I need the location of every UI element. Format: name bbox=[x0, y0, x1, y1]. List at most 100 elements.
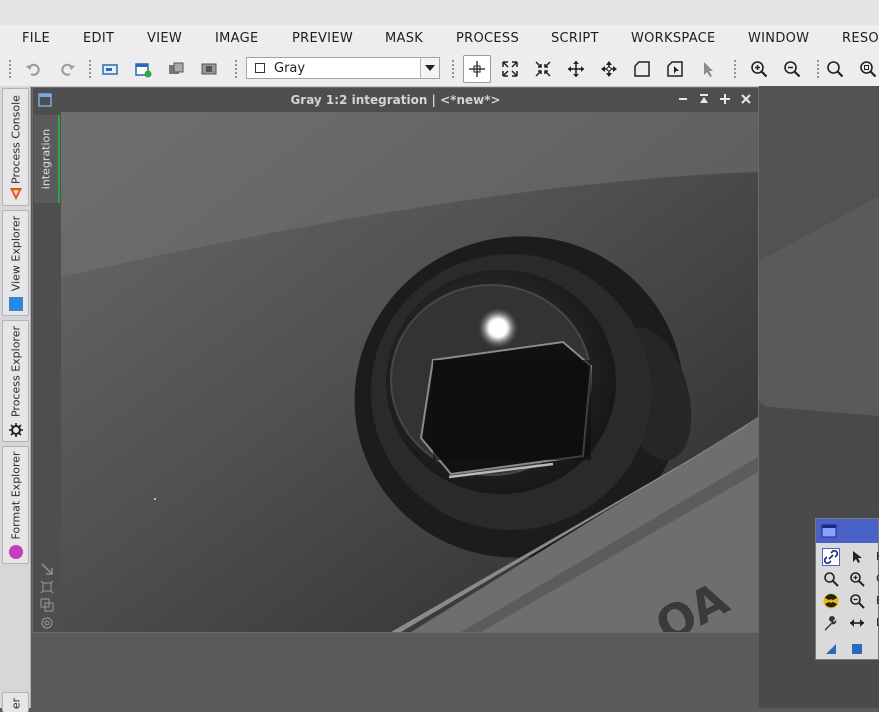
tab-process-console-label: Process Console bbox=[9, 95, 22, 184]
shade-icon bbox=[700, 94, 708, 103]
image-window[interactable]: Gray 1:2 integration | <*new*> integrati… bbox=[32, 87, 759, 633]
close-button[interactable] bbox=[738, 91, 754, 107]
zoom-out-mode-button[interactable] bbox=[532, 58, 554, 80]
wrench-icon[interactable] bbox=[822, 614, 840, 632]
image-window-titlebar[interactable]: Gray 1:2 integration | <*new*> bbox=[33, 88, 758, 112]
center-mode-button[interactable] bbox=[598, 58, 620, 80]
zoom-icon[interactable] bbox=[822, 570, 840, 588]
zoom-icon bbox=[827, 61, 844, 78]
image-viewport[interactable]: OA bbox=[61, 112, 758, 632]
menu-edit[interactable]: EDIT bbox=[83, 31, 114, 46]
fit-window-icon[interactable] bbox=[40, 580, 54, 594]
tab-process-console[interactable]: Process Console bbox=[2, 88, 29, 206]
zoom-in-button[interactable] bbox=[748, 58, 770, 80]
select-button[interactable] bbox=[697, 58, 719, 80]
tab-format-explorer-label: Format Explorer bbox=[9, 451, 22, 540]
chevron-down-icon[interactable] bbox=[420, 58, 439, 78]
move-icon bbox=[601, 61, 617, 77]
grayscale-image: OA bbox=[61, 112, 758, 632]
new-window-icon bbox=[135, 63, 152, 78]
tab-process-explorer-label: Process Explorer bbox=[9, 325, 22, 418]
color-mode-select[interactable]: Gray bbox=[246, 57, 440, 79]
target-icon[interactable] bbox=[40, 616, 54, 630]
panel-window-icon bbox=[821, 524, 837, 538]
resize-horizontal-icon[interactable] bbox=[848, 614, 866, 632]
zoom-1-1-button[interactable] bbox=[824, 58, 846, 80]
zoom-in-icon[interactable] bbox=[848, 570, 866, 588]
panel-row-radiation[interactable]: B bbox=[820, 591, 879, 611]
panel-row-tools[interactable]: L bbox=[820, 613, 879, 633]
panel-row-bottom[interactable] bbox=[820, 639, 879, 659]
shrink-icon[interactable] bbox=[40, 562, 54, 576]
toolbar-grip[interactable] bbox=[733, 59, 737, 79]
menu-resources[interactable]: RESO bbox=[842, 31, 879, 46]
zoom-out-button[interactable] bbox=[781, 58, 803, 80]
undo-icon bbox=[26, 63, 40, 76]
tab-partial[interactable]: er bbox=[2, 692, 29, 712]
pointer-icon[interactable] bbox=[848, 548, 866, 566]
menu-preview[interactable]: PREVIEW bbox=[292, 31, 353, 46]
zoom-fit-icon bbox=[860, 61, 877, 78]
radiation-icon[interactable] bbox=[822, 592, 840, 610]
undo-button[interactable] bbox=[23, 58, 45, 80]
maximize-button[interactable] bbox=[717, 91, 733, 107]
color-mode-value: Gray bbox=[274, 61, 306, 76]
new-preview-button[interactable] bbox=[631, 58, 653, 80]
view-identifier-tab[interactable]: integration bbox=[34, 115, 60, 203]
toolbar-grip[interactable] bbox=[451, 59, 455, 79]
duplicate-image-button[interactable] bbox=[165, 58, 187, 80]
triangle-icon[interactable] bbox=[822, 640, 840, 658]
tab-view-explorer[interactable]: View Explorer bbox=[2, 210, 29, 316]
edit-preview-icon bbox=[667, 61, 683, 77]
new-image-button[interactable] bbox=[132, 58, 154, 80]
minimize-button[interactable] bbox=[675, 91, 691, 107]
pointer-icon bbox=[704, 62, 713, 77]
color-mode-swatch-icon bbox=[255, 63, 265, 73]
zoom-out-icon[interactable] bbox=[848, 592, 866, 610]
tab-view-explorer-label: View Explorer bbox=[9, 215, 22, 292]
menu-file[interactable]: FILE bbox=[22, 31, 50, 46]
view-identifier-label: integration bbox=[39, 128, 53, 190]
redo-icon bbox=[61, 63, 75, 76]
panel-row-zoom[interactable]: G bbox=[820, 569, 879, 589]
floating-panel-titlebar[interactable] bbox=[816, 519, 878, 543]
clone-view-icon[interactable] bbox=[40, 598, 54, 612]
toolbar-grip[interactable] bbox=[8, 59, 12, 79]
process-console-icon bbox=[10, 188, 22, 200]
zoom-in-mode-button[interactable] bbox=[499, 58, 521, 80]
tab-process-explorer[interactable]: Process Explorer bbox=[2, 320, 29, 442]
menu-workspace[interactable]: WORKSPACE bbox=[631, 31, 716, 46]
zoom-in-icon bbox=[751, 61, 768, 78]
readout-mode-button[interactable] bbox=[463, 55, 491, 83]
tab-format-explorer[interactable]: Format Explorer bbox=[2, 446, 29, 564]
maximize-icon bbox=[720, 94, 730, 104]
panel-row-link[interactable]: K bbox=[820, 547, 879, 567]
image-window-title: Gray 1:2 integration | <*new*> bbox=[290, 93, 501, 107]
menu-image[interactable]: IMAGE bbox=[215, 31, 259, 46]
edit-preview-button[interactable] bbox=[664, 58, 686, 80]
floating-tool-panel[interactable]: K G B L bbox=[815, 518, 879, 660]
left-explorer-panel: Process Console View Explorer Process Ex… bbox=[0, 86, 31, 712]
toolbar-grip[interactable] bbox=[816, 59, 820, 79]
pan-icon bbox=[568, 61, 584, 77]
menu-process[interactable]: PROCESS bbox=[456, 31, 519, 46]
square-icon[interactable] bbox=[848, 640, 866, 658]
image-window-side-panel: integration bbox=[33, 112, 61, 632]
menu-window[interactable]: WINDOW bbox=[748, 31, 809, 46]
link-icon[interactable] bbox=[822, 548, 840, 566]
toolbar-grip[interactable] bbox=[234, 59, 238, 79]
shade-button[interactable] bbox=[696, 91, 712, 107]
extract-image-button[interactable] bbox=[198, 58, 220, 80]
menu-view[interactable]: VIEW bbox=[147, 31, 182, 46]
zoom-out-icon bbox=[784, 61, 801, 78]
minimize-icon bbox=[679, 98, 687, 100]
image-identifier-button[interactable] bbox=[99, 58, 121, 80]
menu-mask[interactable]: MASK bbox=[385, 31, 423, 46]
window-title-bar bbox=[0, 0, 879, 25]
redo-button[interactable] bbox=[56, 58, 78, 80]
preview-icon bbox=[634, 61, 650, 77]
menu-script[interactable]: SCRIPT bbox=[551, 31, 599, 46]
pan-mode-button[interactable] bbox=[565, 58, 587, 80]
fit-view-button[interactable] bbox=[857, 58, 879, 80]
toolbar-grip[interactable] bbox=[88, 59, 92, 79]
